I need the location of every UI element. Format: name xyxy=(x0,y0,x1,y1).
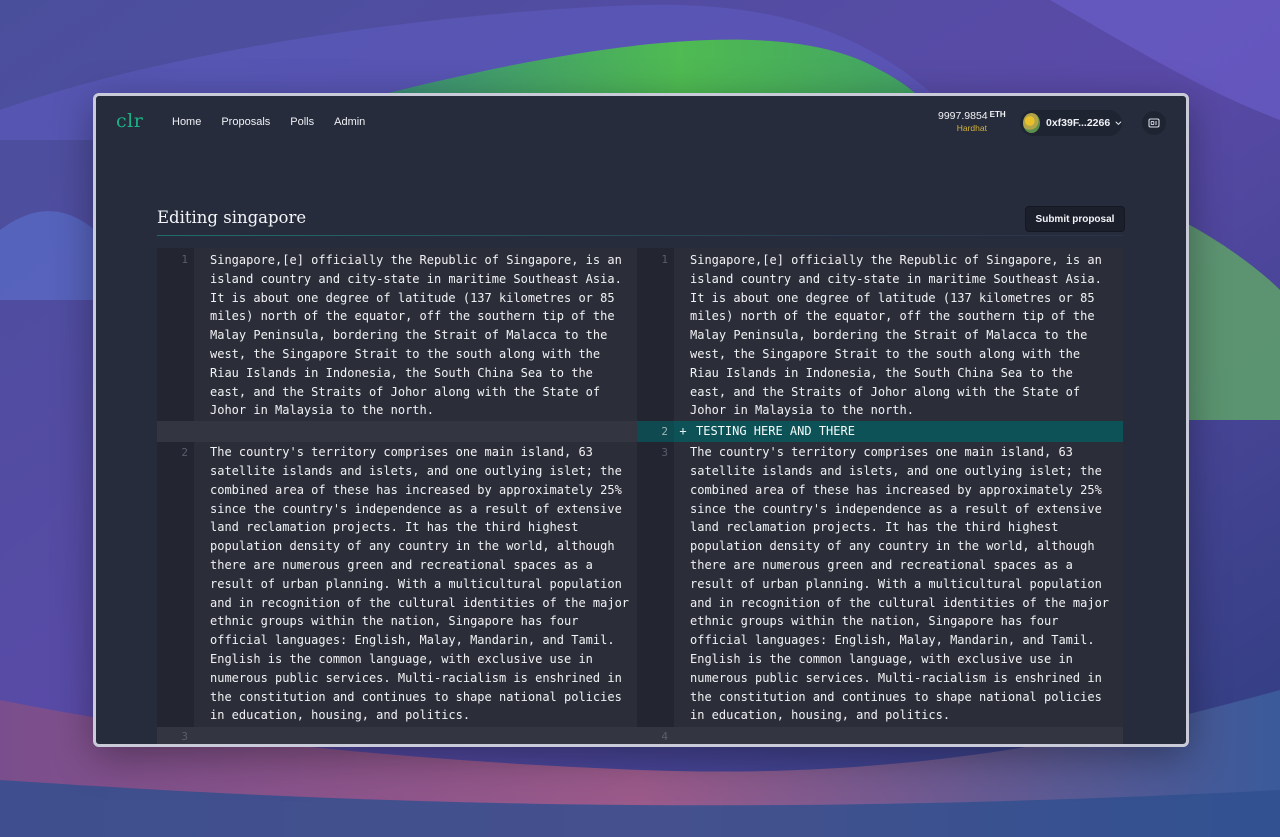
nav-admin[interactable]: Admin xyxy=(334,116,365,128)
line-number: 3 xyxy=(661,446,668,460)
screen-settings-button[interactable] xyxy=(1142,111,1166,135)
diff-line: 3 xyxy=(157,727,639,744)
diff-pane-original: 1 Singapore,[e] officially the Republic … xyxy=(157,248,639,744)
line-number: 1 xyxy=(661,253,668,266)
wallet-balance: 9997.9854 ETH Hardhat xyxy=(938,110,1006,133)
line-text[interactable] xyxy=(194,727,210,744)
line-number: 3 xyxy=(181,730,188,744)
line-number: 1 xyxy=(181,253,188,266)
diff-pane-modified: 1 Singapore,[e] officially the Republic … xyxy=(637,248,1123,744)
line-text[interactable]: The country's territory comprises one ma… xyxy=(194,443,629,725)
browser-window: clr Home Proposals Polls Admin 9997.9854… xyxy=(93,93,1189,747)
line-text[interactable]: Singapore,[e] officially the Republic of… xyxy=(194,249,622,420)
diff-viewer: 1 Singapore,[e] officially the Republic … xyxy=(157,248,1123,744)
added-line-text[interactable]: TESTING HERE AND THERE xyxy=(692,421,855,442)
avatar xyxy=(1023,113,1040,133)
nav-polls[interactable]: Polls xyxy=(290,116,314,128)
nav-home[interactable]: Home xyxy=(172,116,201,128)
account-button[interactable]: 0xf39F...2266 xyxy=(1020,110,1122,136)
line-text[interactable]: Singapore,[e] officially the Republic of… xyxy=(674,249,1102,420)
network-name: Hardhat xyxy=(956,123,987,133)
submit-proposal-button[interactable]: Submit proposal xyxy=(1025,206,1125,232)
diff-added-line: 2 + TESTING HERE AND THERE xyxy=(637,421,1123,443)
diff-line: 2 The country's territory comprises one … xyxy=(157,442,639,726)
line-number: 2 xyxy=(637,421,674,443)
app-logo[interactable]: clr xyxy=(116,110,143,132)
line-number: 4 xyxy=(661,730,668,744)
page-title: Editing singapore xyxy=(157,208,307,227)
chevron-down-icon xyxy=(1115,121,1122,125)
diff-line: 4 xyxy=(637,727,1123,744)
screen-icon xyxy=(1148,118,1160,128)
line-text[interactable] xyxy=(674,727,690,744)
line-text[interactable]: The country's territory comprises one ma… xyxy=(674,443,1109,725)
nav-proposals[interactable]: Proposals xyxy=(221,116,270,128)
balance-unit: ETH xyxy=(989,110,1006,119)
title-divider xyxy=(157,235,1123,236)
balance-amount: 9997.9854 xyxy=(938,110,988,122)
wallet-address: 0xf39F...2266 xyxy=(1045,117,1111,129)
diff-line: 1 Singapore,[e] officially the Republic … xyxy=(157,248,639,421)
added-marker: + xyxy=(679,424,687,439)
empty-line-number xyxy=(157,421,194,442)
diff-placeholder-line xyxy=(157,421,639,443)
line-number: 2 xyxy=(181,446,188,460)
top-navbar: clr Home Proposals Polls Admin 9997.9854… xyxy=(96,96,1186,152)
main-nav: Home Proposals Polls Admin xyxy=(172,116,385,128)
diff-line: 3 The country's territory comprises one … xyxy=(637,442,1123,726)
diff-line: 1 Singapore,[e] officially the Republic … xyxy=(637,248,1123,421)
